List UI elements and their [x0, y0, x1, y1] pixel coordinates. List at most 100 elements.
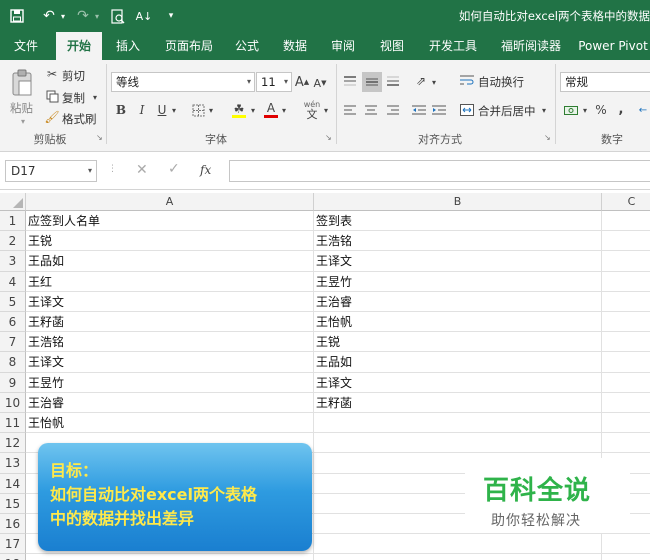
row-header[interactable]: 9: [0, 372, 26, 393]
italic-button[interactable]: I: [134, 100, 150, 120]
align-top-icon[interactable]: [341, 72, 359, 90]
copy-dropdown-icon[interactable]: ▾: [91, 91, 99, 103]
percent-style-button[interactable]: %: [594, 101, 608, 119]
merge-dropdown-icon[interactable]: ▾: [540, 104, 548, 116]
paste-icon[interactable]: [8, 68, 36, 98]
merge-center-button[interactable]: 合并后居中: [478, 103, 536, 119]
format-painter-button[interactable]: 格式刷: [62, 111, 97, 127]
cell-a[interactable]: 王锐: [26, 231, 314, 252]
font-color-icon[interactable]: A: [263, 100, 279, 120]
cell-c[interactable]: [602, 312, 650, 333]
row-header[interactable]: 11: [0, 413, 26, 434]
alignment-launcher-icon[interactable]: ↘: [544, 133, 551, 142]
row-header[interactable]: 16: [0, 514, 26, 535]
tab-developer[interactable]: 开发工具: [420, 32, 486, 60]
cell-c[interactable]: [602, 272, 650, 292]
cell-b[interactable]: 王怡帆: [314, 312, 602, 333]
cell-a[interactable]: 王译文: [26, 352, 314, 373]
paste-button[interactable]: 粘贴: [10, 100, 33, 116]
font-color-dropdown-icon[interactable]: ▾: [280, 104, 288, 116]
wrap-text-icon[interactable]: [458, 72, 476, 90]
underline-dropdown-icon[interactable]: ▾: [170, 104, 178, 116]
cell-b[interactable]: 王品如: [314, 352, 602, 373]
cell-c[interactable]: [602, 251, 650, 272]
fill-color-dropdown-icon[interactable]: ▾: [249, 104, 257, 116]
shrink-font-icon[interactable]: A ▼: [312, 74, 328, 92]
accounting-dropdown-icon[interactable]: ▾: [581, 104, 589, 116]
format-painter-icon[interactable]: 🖌: [44, 109, 60, 125]
number-format-combo[interactable]: 常规: [560, 72, 650, 92]
cell-c[interactable]: [602, 332, 650, 353]
align-left-icon[interactable]: [341, 101, 359, 119]
cell-c[interactable]: [602, 211, 650, 232]
print-preview-icon[interactable]: [108, 6, 128, 26]
cell-c[interactable]: [602, 231, 650, 252]
decimal-icon[interactable]: ←: [636, 101, 650, 119]
cell-a[interactable]: 王译文: [26, 291, 314, 312]
formula-input[interactable]: [229, 160, 650, 182]
cell-a[interactable]: [26, 554, 314, 560]
cell-b[interactable]: [314, 554, 602, 560]
tab-foxit-reader[interactable]: 福昕阅读器: [492, 32, 570, 60]
undo-dropdown-icon[interactable]: ▾: [58, 6, 68, 26]
tab-data[interactable]: 数据: [276, 32, 314, 60]
row-header[interactable]: 14: [0, 473, 26, 494]
row-header[interactable]: 18: [0, 554, 26, 560]
fill-color-icon[interactable]: ☘: [230, 100, 248, 120]
cut-button[interactable]: 剪切: [62, 68, 85, 84]
clipboard-launcher-icon[interactable]: ↘: [96, 133, 103, 142]
cell-a[interactable]: 王怡帆: [26, 413, 314, 434]
redo-icon[interactable]: ↷: [74, 6, 92, 26]
column-header-c[interactable]: C: [602, 193, 650, 211]
orientation-icon[interactable]: ⇗: [412, 72, 430, 90]
cell-b[interactable]: 王治睿: [314, 291, 602, 312]
cell-c[interactable]: [602, 554, 650, 560]
bold-button[interactable]: B: [113, 100, 129, 120]
cell-b[interactable]: 王籽菡: [314, 392, 602, 413]
column-header-b[interactable]: B: [314, 193, 602, 211]
cell-b[interactable]: [314, 413, 602, 434]
cell-c[interactable]: [602, 292, 650, 312]
row-header[interactable]: 8: [0, 352, 26, 373]
row-header[interactable]: 15: [0, 493, 26, 514]
cell-c[interactable]: [602, 373, 650, 393]
formula-bar-grip-icon[interactable]: ⋮: [108, 164, 117, 174]
row-header[interactable]: 5: [0, 291, 26, 312]
cell-a[interactable]: 王品如: [26, 251, 314, 272]
cell-b[interactable]: 王锐: [314, 332, 602, 353]
accounting-format-icon[interactable]: [562, 101, 580, 119]
cell-a[interactable]: 王红: [26, 271, 314, 292]
customize-qat-icon[interactable]: ▾: [164, 6, 178, 26]
confirm-edit-icon[interactable]: ✓: [168, 161, 180, 177]
sort-icon[interactable]: A↓: [134, 6, 154, 26]
row-header[interactable]: 13: [0, 453, 26, 474]
paste-dropdown-icon[interactable]: ▾: [18, 116, 28, 126]
align-middle-icon[interactable]: [362, 72, 382, 92]
phonetic-dropdown-icon[interactable]: ▾: [322, 104, 330, 116]
increase-indent-icon[interactable]: [430, 101, 448, 119]
cell-a[interactable]: 王籽菡: [26, 312, 314, 333]
merge-center-icon[interactable]: [458, 101, 476, 119]
cell-a[interactable]: 应签到人名单: [26, 211, 314, 232]
cell-c[interactable]: [602, 433, 650, 454]
cell-b[interactable]: 王译文: [314, 251, 602, 272]
copy-icon[interactable]: [44, 88, 60, 104]
column-header-a[interactable]: A: [26, 193, 314, 211]
align-right-icon[interactable]: [384, 101, 402, 119]
tab-view[interactable]: 视图: [372, 32, 412, 60]
cell-a[interactable]: 王昱竹: [26, 372, 314, 393]
copy-button[interactable]: 复制: [62, 90, 85, 106]
cell-b[interactable]: 王昱竹: [314, 271, 602, 292]
undo-icon[interactable]: ↶: [40, 6, 58, 26]
row-header[interactable]: 17: [0, 534, 26, 555]
borders-icon[interactable]: [190, 102, 206, 118]
align-center-icon[interactable]: [362, 101, 380, 119]
row-header[interactable]: 10: [0, 392, 26, 413]
cell-b[interactable]: [314, 534, 602, 555]
font-launcher-icon[interactable]: ↘: [325, 133, 332, 142]
save-icon[interactable]: [6, 6, 28, 26]
tab-power-pivot[interactable]: Power Pivot: [576, 32, 650, 60]
cell-b[interactable]: 王浩铭: [314, 231, 602, 252]
insert-function-icon[interactable]: fx: [200, 163, 211, 177]
tab-home[interactable]: 开始: [56, 32, 102, 60]
